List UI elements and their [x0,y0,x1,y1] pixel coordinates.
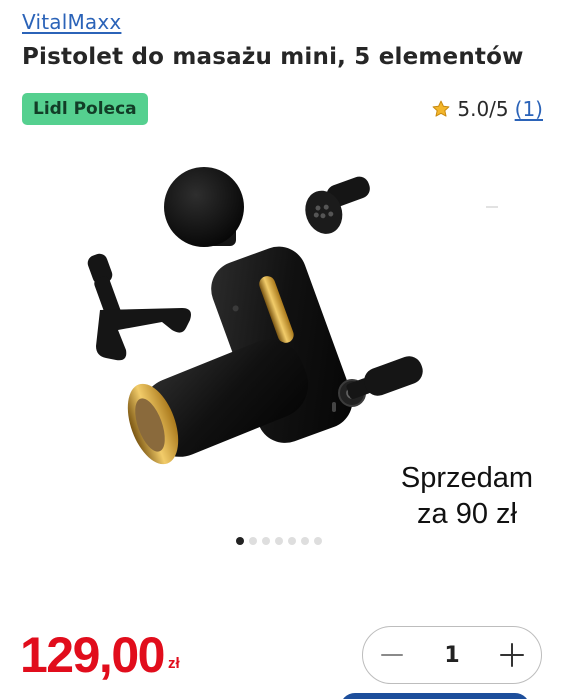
bullet-attachment [346,356,423,400]
product-title: Pistolet do masażu mini, 5 elementów [22,44,524,70]
lidl-poleca-badge: Lidl Poleca [22,93,148,125]
pagination-dot[interactable] [262,537,270,545]
rating-count-link[interactable]: (1) [515,97,543,121]
quantity-value[interactable]: 1 [444,643,459,668]
star-icon [432,100,450,117]
product-image-gallery[interactable]: Sprzedam za 90 zł [0,150,565,530]
rating-score: 5.0/5 [457,97,509,121]
pagination-dot[interactable] [301,537,309,545]
increase-quantity-button[interactable] [497,640,527,670]
decrease-quantity-button[interactable] [377,640,407,670]
overlay-line-1: Sprzedam [400,462,534,494]
ball-head [164,167,244,247]
pagination-dot[interactable] [288,537,296,545]
plus-icon [500,643,524,667]
minus-icon [381,654,403,656]
pagination-dot[interactable] [314,537,322,545]
pagination-dot[interactable] [275,537,283,545]
rating: 5.0/5 (1) [431,96,543,122]
add-to-cart-button[interactable] [340,693,530,699]
price-currency: zł [167,655,180,672]
quantity-stepper: 1 [362,626,542,684]
flat-head-attachment [305,176,370,234]
overlay-line-2: za 90 zł [417,498,517,530]
fork-attachment [87,253,191,361]
price-amount: 129,00 [20,627,165,683]
price: 129,00 zł [20,630,180,680]
pagination-dot[interactable] [236,537,244,545]
pagination-dot[interactable] [249,537,257,545]
sale-overlay-text: Sprzedam za 90 zł [392,460,542,532]
brand-link[interactable]: VitalMaxx [22,10,121,34]
gallery-pagination [236,537,322,545]
